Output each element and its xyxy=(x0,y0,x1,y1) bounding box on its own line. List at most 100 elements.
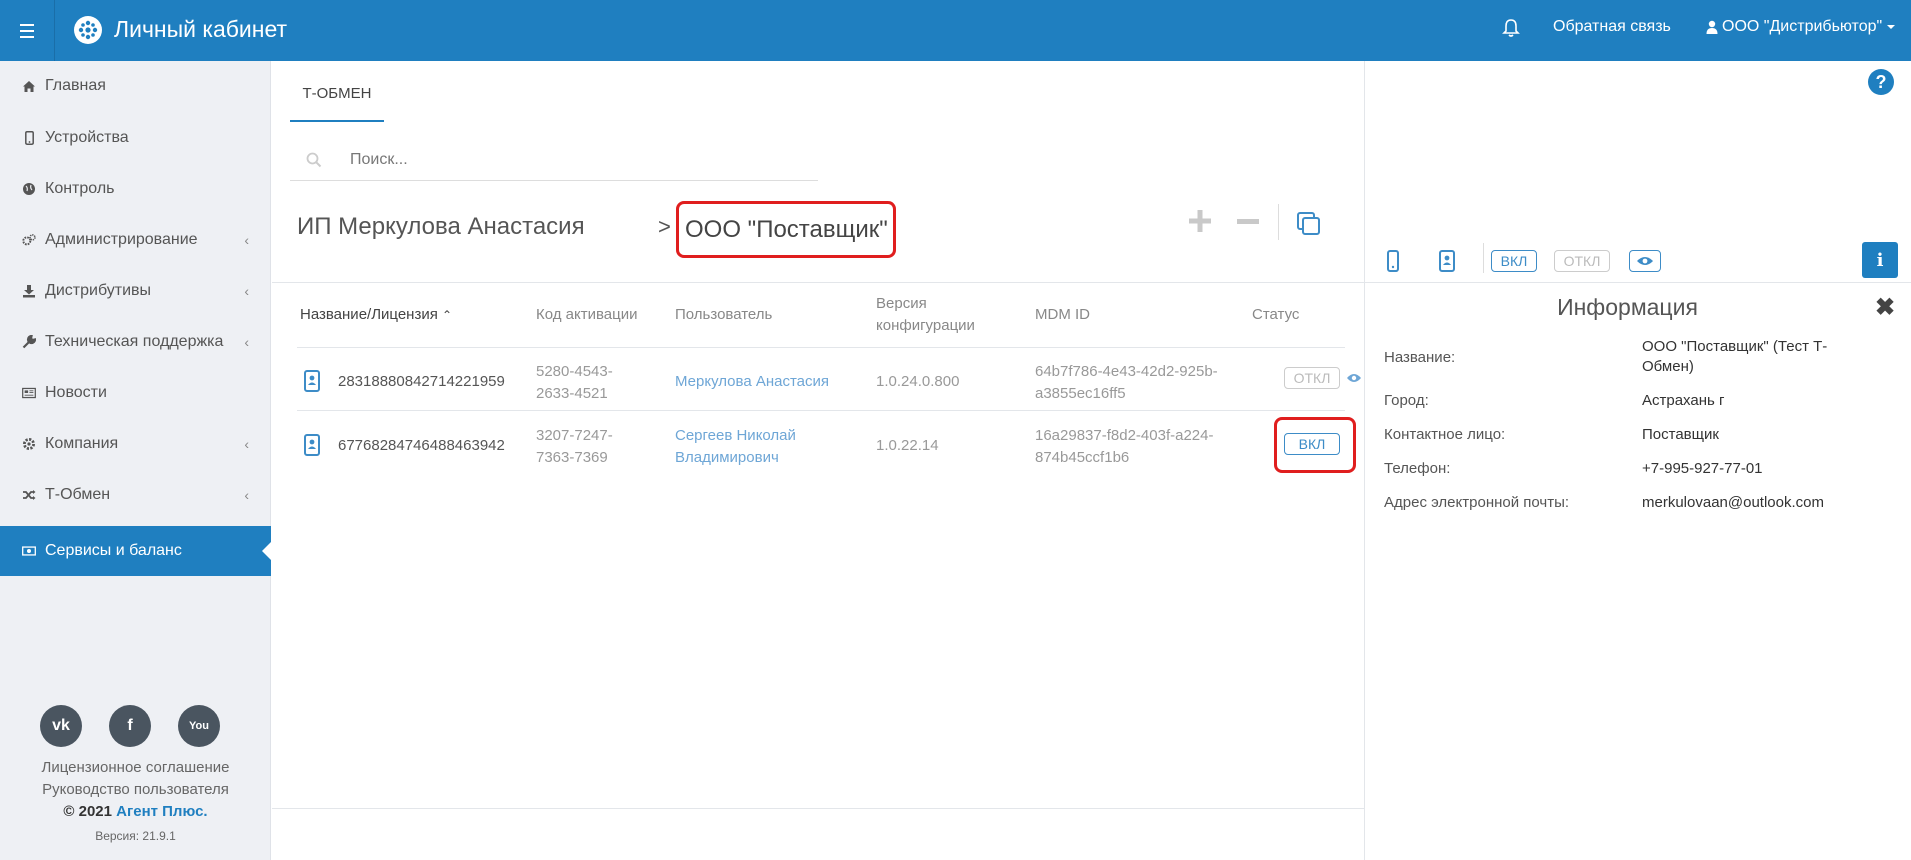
app-logo-icon xyxy=(74,16,102,44)
info-label-city: Город: xyxy=(1384,392,1429,409)
sidebar-item-devices[interactable]: Устройства xyxy=(0,113,271,163)
sidebar-item-company[interactable]: Компания ‹ xyxy=(0,419,271,469)
row-divider xyxy=(297,347,1345,348)
hamburger-icon[interactable] xyxy=(0,0,55,61)
column-header-activation: Код активации xyxy=(536,306,638,323)
column-header-version-line2: конфигурации xyxy=(876,317,975,334)
mdm-id-line2: 874b45ccf1b6 xyxy=(1035,449,1130,466)
eye-icon[interactable] xyxy=(1346,372,1362,384)
sidebar-item-distributions[interactable]: Дистрибутивы ‹ xyxy=(0,266,271,316)
user-link-line1: Меркулова Анастасия xyxy=(675,373,829,390)
search-bar xyxy=(290,139,818,181)
bell-icon[interactable] xyxy=(1502,18,1520,38)
top-header: Личный кабинет Обратная связь ООО "Дистр… xyxy=(0,0,1911,61)
breadcrumb-current[interactable]: ООО "Поставщик" xyxy=(676,201,896,258)
mobile-icon[interactable] xyxy=(1387,250,1399,272)
sidebar-item-support[interactable]: Техническая поддержка ‹ xyxy=(0,317,271,367)
add-icon[interactable] xyxy=(1188,209,1212,233)
close-icon[interactable]: ✖ xyxy=(1875,293,1895,322)
column-header-status: Статус xyxy=(1252,306,1300,323)
sidebar-item-label: Новости xyxy=(45,384,107,401)
status-off-badge[interactable]: ОТКЛ xyxy=(1284,367,1340,389)
search-input[interactable] xyxy=(350,147,790,173)
user-menu[interactable]: ООО "Дистрибьютор" xyxy=(1706,18,1896,36)
facebook-icon[interactable]: f xyxy=(109,705,151,747)
sidebar-item-label: Устройства xyxy=(45,129,129,146)
sort-asc-icon: ⌃ xyxy=(442,308,453,322)
gears-icon xyxy=(22,233,36,247)
sidebar-item-label: Дистрибутивы xyxy=(45,282,152,299)
youtube-icon[interactable]: You xyxy=(178,705,220,747)
activation-code: 5280-4543- 2633-4521 xyxy=(536,361,613,405)
status-on-badge[interactable]: ВКЛ xyxy=(1284,433,1340,455)
sidebar-item-label: Сервисы и баланс xyxy=(45,542,182,559)
user-link-line1: Сергеев Николай xyxy=(675,427,796,444)
chevron-left-icon: ‹ xyxy=(244,283,249,299)
column-header-name[interactable]: Название/Лицензия ⌃ xyxy=(300,306,452,323)
sidebar-item-t-exchange[interactable]: Т-Обмен ‹ xyxy=(0,470,271,520)
activation-code-line1: 5280-4543- xyxy=(536,363,613,380)
vk-icon[interactable]: vk xyxy=(40,705,82,747)
sidebar-item-services-balance[interactable]: Сервисы и баланс xyxy=(0,526,272,576)
filter-off-button[interactable]: ОТКЛ xyxy=(1554,250,1610,272)
download-icon xyxy=(22,284,36,298)
sidebar-item-label: Техническая поддержка xyxy=(45,333,224,350)
breadcrumb-parent[interactable]: ИП Меркулова Анастасия xyxy=(297,213,585,241)
activation-code-line2: 2633-4521 xyxy=(536,385,608,402)
divider xyxy=(272,282,1364,283)
home-icon xyxy=(22,79,36,93)
user-guide-link[interactable]: Руководство пользователя xyxy=(0,781,271,798)
info-value-contact: Поставщик xyxy=(1642,426,1719,443)
user-name: ООО "Дистрибьютор" xyxy=(1722,18,1883,35)
caret-down-icon xyxy=(1887,25,1896,29)
chevron-left-icon: ‹ xyxy=(244,487,249,503)
bottom-divider xyxy=(272,808,1364,809)
sidebar-item-label: Главная xyxy=(45,77,106,94)
breadcrumb-separator: > xyxy=(658,214,671,239)
user-icon xyxy=(1706,20,1718,34)
row-divider xyxy=(297,410,1345,411)
mdm-id: 64b7f786-4e43-42d2-925b- a3855ec16ff5 xyxy=(1035,361,1218,405)
sidebar-item-news[interactable]: Новости xyxy=(0,368,271,418)
sidebar-item-administration[interactable]: Администрирование ‹ xyxy=(0,215,271,265)
user-link[interactable]: Меркулова Анастасия xyxy=(675,371,829,393)
info-panel: ? ВКЛ ОТКЛ i Информация ✖ Название: ООО … xyxy=(1364,61,1911,860)
license-number: 28318880842714221959 xyxy=(338,373,505,390)
mdm-id-line2: a3855ec16ff5 xyxy=(1035,385,1126,402)
info-value-name: ООО "Поставщик" (Тест Т- Обмен) xyxy=(1642,337,1872,377)
mobile-icon xyxy=(22,131,36,145)
activation-code-line1: 3207-7247- xyxy=(536,427,613,444)
copyright-year: © 2021 xyxy=(63,803,112,820)
device-user-icon[interactable] xyxy=(1439,250,1455,272)
view-button[interactable] xyxy=(1629,250,1661,272)
column-header-label: Название/Лицензия xyxy=(300,306,438,323)
remove-icon[interactable] xyxy=(1236,219,1260,224)
license-agreement-link[interactable]: Лицензионное соглашение xyxy=(0,759,271,776)
chevron-left-icon: ‹ xyxy=(244,436,249,452)
license-number: 67768284746488463942 xyxy=(338,437,505,454)
sidebar-item-label: Т-Обмен xyxy=(45,486,111,503)
device-icon xyxy=(304,434,320,456)
sidebar-item-control[interactable]: Контроль xyxy=(0,164,271,214)
info-value-name-line1: ООО "Поставщик" (Тест Т- xyxy=(1642,338,1828,355)
sidebar-item-home[interactable]: Главная xyxy=(0,61,271,111)
copy-icon[interactable] xyxy=(1296,211,1322,237)
user-link[interactable]: Сергеев Николай Владимирович xyxy=(675,425,796,469)
tab-t-exchange[interactable]: Т-ОБМЕН xyxy=(290,85,384,122)
info-value-city: Астрахань г xyxy=(1642,392,1725,409)
info-icon: i xyxy=(1876,249,1884,271)
device-icon xyxy=(304,370,320,392)
info-label-email: Адрес электронной почты: xyxy=(1384,494,1570,511)
chevron-left-icon: ‹ xyxy=(244,232,249,248)
breadcrumb-current-label: ООО "Поставщик" xyxy=(685,215,888,243)
copyright: © 2021 Агент Плюс. xyxy=(0,803,271,820)
feedback-link[interactable]: Обратная связь xyxy=(1553,18,1671,36)
globe-icon xyxy=(22,182,36,196)
copyright-brand[interactable]: Агент Плюс. xyxy=(116,803,207,820)
wrench-icon xyxy=(22,335,36,349)
info-label-contact: Контактное лицо: xyxy=(1384,426,1506,443)
help-icon[interactable]: ? xyxy=(1868,69,1894,95)
user-link-line2: Владимирович xyxy=(675,449,779,466)
info-button[interactable]: i xyxy=(1862,242,1898,278)
filter-on-button[interactable]: ВКЛ xyxy=(1491,250,1537,272)
